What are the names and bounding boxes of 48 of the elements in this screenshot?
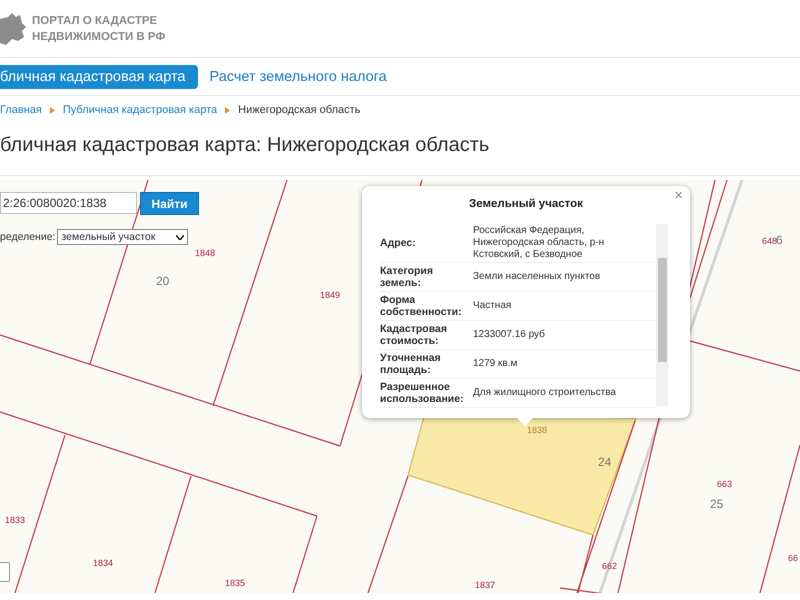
parcel-number: 1833	[5, 515, 26, 525]
find-button[interactable]: Найти	[140, 192, 199, 215]
map-control-button[interactable]	[0, 562, 10, 582]
object-type-dropdown[interactable]: земельный участок	[57, 229, 188, 245]
field-label: Категория земель:	[380, 265, 434, 289]
filter-label: ределение:	[0, 231, 56, 243]
block-number: 24	[598, 455, 612, 469]
popup-title: Земельный участок	[468, 198, 584, 210]
field-label: Кадастровая стоимость:	[380, 323, 448, 347]
field-label: Адрес:	[380, 237, 417, 249]
parcel-number: 1848	[195, 248, 216, 258]
block-number: 6	[776, 233, 783, 247]
popup-pointer	[517, 418, 533, 426]
parcel-number: 662	[602, 561, 618, 571]
scrollbar-thumb[interactable]	[658, 258, 667, 362]
block-number: 20	[156, 274, 170, 288]
field-label: Форма собственности:	[380, 294, 463, 318]
page-title: бличная кадастровая карта: Нижегородская область	[0, 134, 490, 157]
field-value: Для жилищного строительства	[473, 387, 617, 399]
caret-icon	[176, 234, 184, 240]
nav-tab[interactable]: Расчет земельного налога	[210, 64, 399, 88]
field-value: Земли населенных пунктов	[473, 271, 602, 283]
parcel-number: 1835	[225, 578, 246, 588]
parcel-number: 663	[717, 479, 732, 489]
parcel-number: 648	[762, 236, 778, 246]
field-value: 1233007.16 руб	[473, 329, 546, 341]
breadcrumb-link[interactable]: Главная	[0, 104, 42, 116]
logo-text: ПОРТАЛ О КАДАСТРЕ	[32, 14, 158, 28]
field-label: Уточненная площадь:	[380, 352, 442, 376]
nav-tab[interactable]: бличная кадастровая карта	[0, 64, 198, 88]
field-value: Частная	[473, 300, 512, 312]
parcel-number: 1849	[320, 290, 340, 300]
block-number: 25	[710, 497, 724, 511]
parcel-number: 1838	[527, 425, 548, 435]
parcel-number: 1837	[475, 580, 496, 590]
breadcrumb-current: Нижегородская область	[238, 104, 360, 116]
parcel-number: 66	[788, 553, 798, 563]
parcel-number: 1834	[93, 558, 114, 568]
cadastral-number-field[interactable]: 2:26:0080020:1838	[0, 192, 137, 214]
field-value: 1279 кв.м	[473, 358, 518, 370]
chevron-icon	[50, 106, 55, 114]
field-value: Российская Федерация, Нижегородская область, р-н Кстовский, с Безводное	[473, 225, 606, 261]
breadcrumb-link[interactable]: Публичная кадастровая карта	[62, 104, 218, 116]
chevron-icon	[225, 106, 230, 114]
field-label: Разрешенное использование:	[380, 381, 465, 405]
close-button[interactable]: ×	[671, 188, 686, 204]
russia-map-icon	[0, 10, 26, 46]
logo-text: НЕДВИЖИМОСТИ В РФ	[32, 30, 166, 44]
